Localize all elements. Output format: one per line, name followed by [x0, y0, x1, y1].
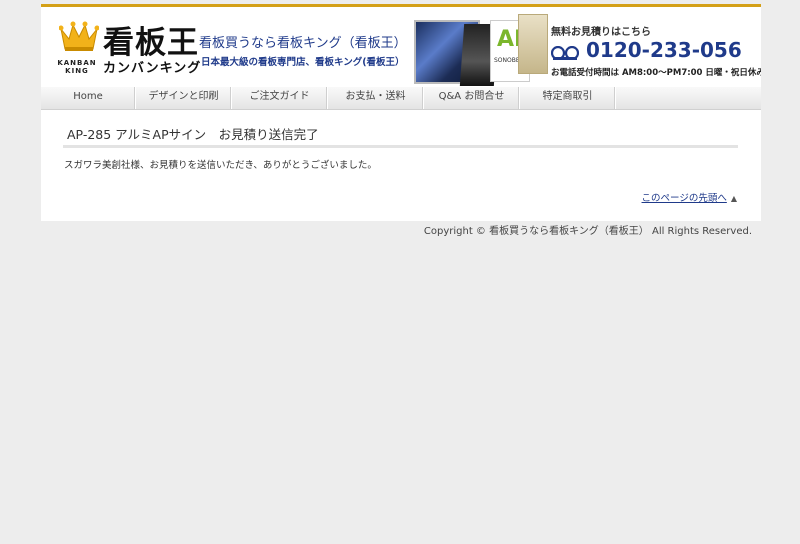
business-hours: お電話受付時間は AM8:00～PM7:00 日曜・祝日休み: [551, 68, 761, 78]
site-logo[interactable]: 看板王 KANBAN KING カンバンキング: [55, 17, 207, 79]
page-container: 看板王 KANBAN KING カンバンキング 看板買うなら看板キング（看板王）…: [41, 4, 761, 243]
up-arrow-icon: ▲: [730, 194, 737, 203]
logo-kanji: 看板王: [103, 25, 199, 61]
logo-kana: カンバンキング: [103, 61, 202, 76]
nav-item-payment[interactable]: お支払・送料: [328, 87, 424, 109]
main-nav: Home デザインと印刷 ご注文ガイド お支払・送料 Q&A お問合せ 特定商取…: [41, 87, 761, 110]
estimate-label: 無料お見積りはこちら: [551, 27, 651, 38]
site-subline: 日本最大級の看板専門店、看板キング(看板王）: [201, 57, 405, 68]
header-product-images: AF SONOBE: [414, 14, 548, 87]
product-brand-text: SONOBE: [494, 57, 520, 64]
footer-copyright: Copyright © 看板買うなら看板キング（看板王） All Rights …: [423, 226, 752, 237]
site-header: 看板王 KANBAN KING カンバンキング 看板買うなら看板キング（看板王）…: [41, 4, 761, 87]
logo-en-line2: KING: [65, 67, 89, 75]
nav-item-order-guide[interactable]: ご注文ガイド: [232, 87, 328, 109]
nav-item-qa[interactable]: Q&A お問合せ: [424, 87, 520, 109]
phone-number: 0120-233-056: [586, 38, 742, 62]
title-divider: [63, 145, 738, 148]
nav-item-home[interactable]: Home: [41, 87, 136, 109]
product-image-poster: [518, 14, 548, 74]
site-tagline: 看板買うなら看板キング（看板王）: [199, 36, 407, 51]
logo-en-line1: KANBAN: [57, 59, 97, 67]
back-to-top-link[interactable]: このページの先頭へ: [642, 193, 727, 204]
nav-item-design[interactable]: デザインと印刷: [136, 87, 232, 109]
back-to-top: このページの先頭へ ▲: [642, 190, 737, 204]
crown-icon: [59, 21, 99, 51]
main-content: AP-285 アルミAPサイン お見積り送信完了 スガワラ美創社様、お見積りを送…: [41, 110, 761, 221]
freedial-icon: [551, 46, 579, 60]
page-title: AP-285 アルミAPサイン お見積り送信完了: [67, 127, 319, 142]
nav-item-legal[interactable]: 特定商取引: [520, 87, 616, 109]
confirmation-message: スガワラ美創社様、お見積りを送信いただき、ありがとうございました。: [64, 160, 377, 171]
logo-english: KANBAN KING: [57, 59, 97, 75]
contact-block[interactable]: 無料お見積りはこちら 0120-233-056 お電話受付時間は AM8:00～…: [551, 19, 761, 83]
